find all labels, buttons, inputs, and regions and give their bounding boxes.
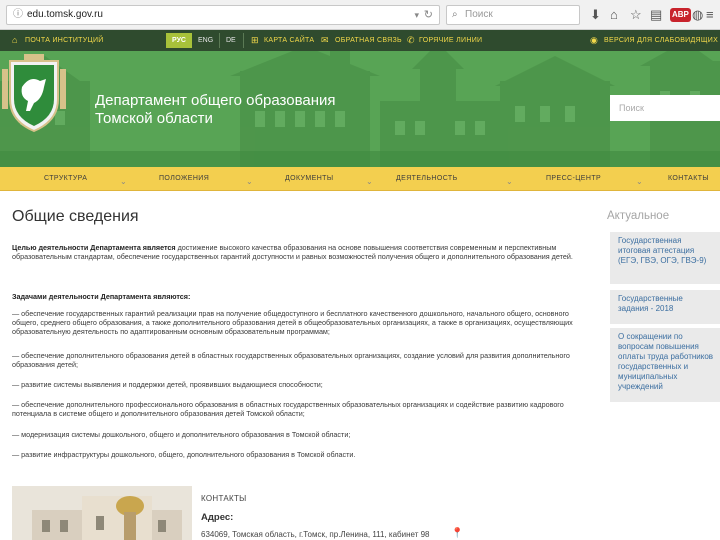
menu-icon[interactable]: ≡	[706, 6, 714, 24]
nav-separator: ⌄	[246, 177, 254, 186]
download-icon[interactable]: ⬇	[590, 6, 601, 24]
task-item: — обеспечение дополнительного профессион…	[12, 400, 564, 419]
hotline-link[interactable]: ГОРЯЧИЕ ЛИНИИ	[419, 30, 482, 51]
browser-toolbar-icons: ⬇ ⌂ ☆ ▤ ABP ◍ ≡	[588, 6, 716, 24]
nav-item-structure[interactable]: СТРУКТУРА	[44, 167, 87, 190]
site-search-input[interactable]: Поиск	[610, 95, 720, 121]
task-item: — модернизация системы дошкольного, обще…	[12, 430, 351, 439]
utility-bar: ⌂ ПОЧТА ИНСТИТУЦИЙ РУС ENG DE ⊞ КАРТА СА…	[0, 30, 720, 51]
nav-item-regulations[interactable]: ПОЛОЖЕНИЯ	[159, 167, 209, 190]
goal-lead: Целью деятельности Департамента является	[12, 243, 176, 252]
eye-icon: ◉	[590, 35, 598, 45]
browser-search-placeholder: Поиск	[465, 9, 493, 20]
lang-ru[interactable]: РУС	[166, 33, 192, 48]
page-title: Общие сведения	[12, 208, 139, 225]
adblock-icon[interactable]: ABP	[670, 8, 691, 22]
address-label: Адрес:	[201, 512, 234, 523]
home-icon[interactable]: ⌂	[610, 6, 618, 24]
sidebar-card-state-tasks[interactable]: Государственные задания - 2018	[610, 290, 720, 324]
site-search-placeholder: Поиск	[619, 103, 644, 113]
tasks-heading-text: Задачами деятельности Департамента являю…	[12, 292, 191, 301]
address-bar[interactable]: ⓘ edu.tomsk.gov.ru ▾ ↻	[6, 5, 440, 25]
accessibility-link[interactable]: ВЕРСИЯ ДЛЯ СЛАБОВИДЯЩИХ	[604, 30, 718, 51]
site-header: Департамент общего образования Томской о…	[0, 51, 720, 167]
task-item: — обеспечение государственных гарантий р…	[12, 309, 573, 337]
tasks-heading: Задачами деятельности Департамента являю…	[12, 292, 578, 301]
browser-search-input[interactable]: ⌕ Поиск	[446, 5, 580, 25]
sitemap-icon: ⊞	[251, 35, 259, 45]
sidebar-card-salary[interactable]: О сокращении по вопросам повышения оплат…	[610, 328, 720, 402]
nav-item-press-center[interactable]: ПРЕСС-ЦЕНТР	[546, 167, 601, 190]
institutions-mail-link[interactable]: ПОЧТА ИНСТИТУЦИЙ	[25, 30, 104, 51]
building-photo-image	[12, 486, 192, 540]
map-pin-icon[interactable]: 📍	[451, 528, 463, 539]
url-text: edu.tomsk.gov.ru	[27, 9, 103, 20]
nav-item-contacts[interactable]: КОНТАКТЫ	[668, 167, 709, 190]
nav-item-activity[interactable]: ДЕЯТЕЛЬНОСТЬ	[396, 167, 458, 190]
reload-icon[interactable]: ↻	[424, 6, 433, 24]
phone-icon: ✆	[407, 35, 415, 45]
nav-separator: ⌄	[366, 177, 374, 186]
divider	[243, 33, 244, 48]
contacts-label: КОНТАКТЫ	[201, 494, 247, 503]
chevron-down-icon[interactable]: ▾	[414, 6, 419, 24]
bookmark-star-icon[interactable]: ☆	[630, 6, 642, 24]
department-title-line2: Томской области	[95, 110, 213, 127]
department-title[interactable]: Департамент общего образования Томской о…	[95, 92, 336, 128]
pocket-icon[interactable]: ◍	[692, 6, 703, 24]
sitemap-link[interactable]: КАРТА САЙТА	[264, 30, 314, 51]
building-photo	[12, 486, 192, 540]
divider	[219, 33, 220, 48]
nav-separator: ⌄	[636, 177, 644, 186]
task-item: — развитие инфраструктуры дошкольного, о…	[12, 450, 356, 459]
nav-item-documents[interactable]: ДОКУМЕНТЫ	[285, 167, 333, 190]
search-icon: ⌕	[452, 9, 458, 20]
task-item: — развитие системы выявления и поддержки…	[12, 380, 323, 389]
feedback-link[interactable]: ОБРАТНАЯ СВЯЗЬ	[335, 30, 402, 51]
nav-separator: ⌄	[120, 177, 128, 186]
browser-toolbar: ⓘ edu.tomsk.gov.ru ▾ ↻ ⌕ Поиск ⬇ ⌂ ☆ ▤ A…	[0, 0, 720, 30]
lang-de[interactable]: DE	[226, 33, 236, 48]
info-icon[interactable]: ⓘ	[13, 6, 23, 24]
tomsk-emblem-icon[interactable]	[0, 51, 68, 135]
address-text: 634069, Томская область, г.Томск, пр.Лен…	[201, 530, 430, 539]
house-icon: ⌂	[12, 35, 18, 45]
task-item: — обеспечение дополнительного образовани…	[12, 351, 570, 370]
envelope-icon: ✉	[321, 35, 329, 45]
bookmarks-icon[interactable]: ▤	[650, 6, 662, 24]
sidebar-title: Актуальное	[607, 210, 670, 222]
nav-separator: ⌄	[506, 177, 514, 186]
goal-paragraph: Целью деятельности Департамента является…	[12, 243, 578, 261]
sidebar-card-exams[interactable]: Государственная итоговая аттестация (ЕГЭ…	[610, 232, 720, 284]
lang-en[interactable]: ENG	[198, 33, 213, 48]
department-title-line1: Департамент общего образования	[95, 92, 336, 109]
main-navigation: СТРУКТУРА ⌄ ПОЛОЖЕНИЯ ⌄ ДОКУМЕНТЫ ⌄ ДЕЯТ…	[0, 167, 720, 191]
